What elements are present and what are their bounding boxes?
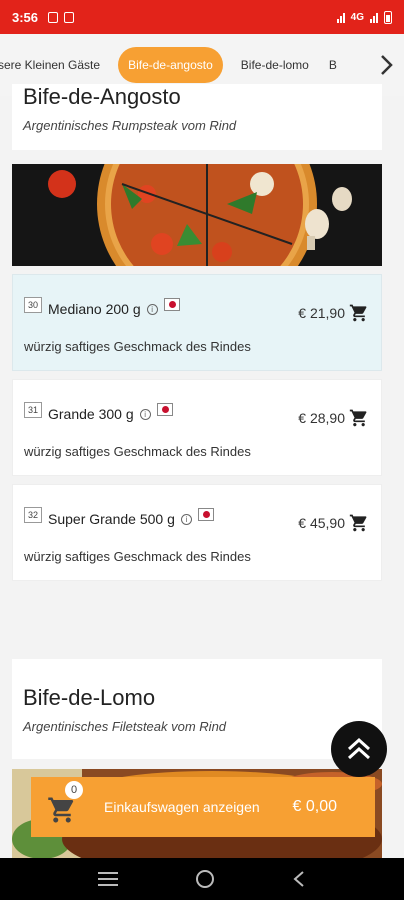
section-title: Bife-de-Angosto: [23, 84, 181, 109]
cart-icon: [48, 797, 74, 823]
add-to-cart-icon[interactable]: [349, 513, 369, 533]
item-price: € 45,90: [298, 515, 345, 531]
item-name: Super Grande 500 g: [48, 511, 175, 527]
status-time: 3:56: [12, 9, 39, 25]
view-cart-button[interactable]: 0 Einkaufswagen anzeigen € 0,00: [31, 777, 375, 837]
status-bar: 3:56 4G: [0, 0, 404, 34]
menu-item[interactable]: 31 Grande 300 g i € 28,90 würzig saftige…: [12, 379, 382, 476]
menu-icon[interactable]: [98, 871, 119, 887]
pizza-image: [12, 164, 382, 266]
cart-label: Einkaufswagen anzeigen: [104, 799, 260, 815]
section-title: Bife-de-Lomo: [23, 685, 156, 710]
flag-icon: [156, 402, 173, 416]
scroll-to-top-button[interactable]: [331, 721, 387, 777]
section-subtitle: Argentinisches Rumpsteak vom Rind: [23, 118, 237, 133]
signal-icon-2: [370, 12, 378, 23]
item-description: würzig saftiges Geschmack des Rindes: [24, 444, 251, 459]
cart-icon-wrap: 0: [47, 781, 87, 827]
info-icon[interactable]: i: [146, 303, 158, 315]
chevron-right-icon: [381, 55, 393, 75]
notification-icon-2: [64, 11, 75, 23]
tab-bife-de-angosto[interactable]: Bife-de-angosto: [118, 47, 223, 83]
system-nav-bar: [0, 858, 404, 900]
info-icon[interactable]: i: [139, 408, 151, 420]
home-icon[interactable]: [195, 869, 215, 889]
item-price: € 28,90: [298, 410, 345, 426]
menu-item[interactable]: 32 Super Grande 500 g i € 45,90 würzig s…: [12, 484, 382, 581]
item-name: Mediano 200 g: [48, 301, 141, 317]
flag-icon: [197, 507, 214, 521]
item-name-wrap: Grande 300 g i: [48, 402, 173, 422]
item-name: Grande 300 g: [48, 406, 134, 422]
flag-icon: [163, 297, 180, 311]
info-icon[interactable]: i: [180, 513, 192, 525]
item-description: würzig saftiges Geschmack des Rindes: [24, 339, 251, 354]
signal-icon: [336, 12, 345, 23]
item-price: € 21,90: [298, 305, 345, 321]
item-number: 30: [24, 297, 42, 313]
double-chevron-up-icon: [347, 737, 371, 760]
cart-count-badge: 0: [65, 781, 83, 799]
tabs-scroll-right-button[interactable]: [370, 46, 404, 84]
item-number: 31: [24, 402, 42, 418]
section-banner-image: [12, 164, 382, 266]
add-to-cart-icon[interactable]: [349, 303, 369, 323]
section-header-lomo: Bife-de-Lomo Argentinisches Filetsteak v…: [12, 659, 382, 759]
tab-kleinen-gaeste[interactable]: sere Kleinen Gäste: [0, 48, 110, 82]
item-name-wrap: Super Grande 500 g i: [48, 507, 214, 527]
notification-icon: [48, 11, 59, 23]
section-subtitle: Argentinisches Filetsteak vom Rind: [23, 719, 227, 734]
item-description: würzig saftiges Geschmack des Rindes: [24, 549, 251, 564]
menu-item[interactable]: 30 Mediano 200 g i € 21,90 würzig saftig…: [12, 274, 382, 371]
add-to-cart-icon[interactable]: [349, 408, 369, 428]
battery-icon: [384, 10, 392, 24]
cart-total: € 0,00: [292, 798, 337, 815]
status-icons: 4G: [336, 10, 392, 24]
network-label: 4G: [350, 11, 364, 23]
item-name-wrap: Mediano 200 g i: [48, 297, 180, 317]
tab-bife-de-lomo[interactable]: Bife-de-lomo: [231, 48, 319, 82]
back-icon[interactable]: [292, 870, 306, 888]
tab-next[interactable]: B: [319, 48, 347, 82]
item-number: 32: [24, 507, 42, 523]
section-header-angosto: Bife-de-Angosto Argentinisches Rumpsteak…: [12, 84, 382, 150]
